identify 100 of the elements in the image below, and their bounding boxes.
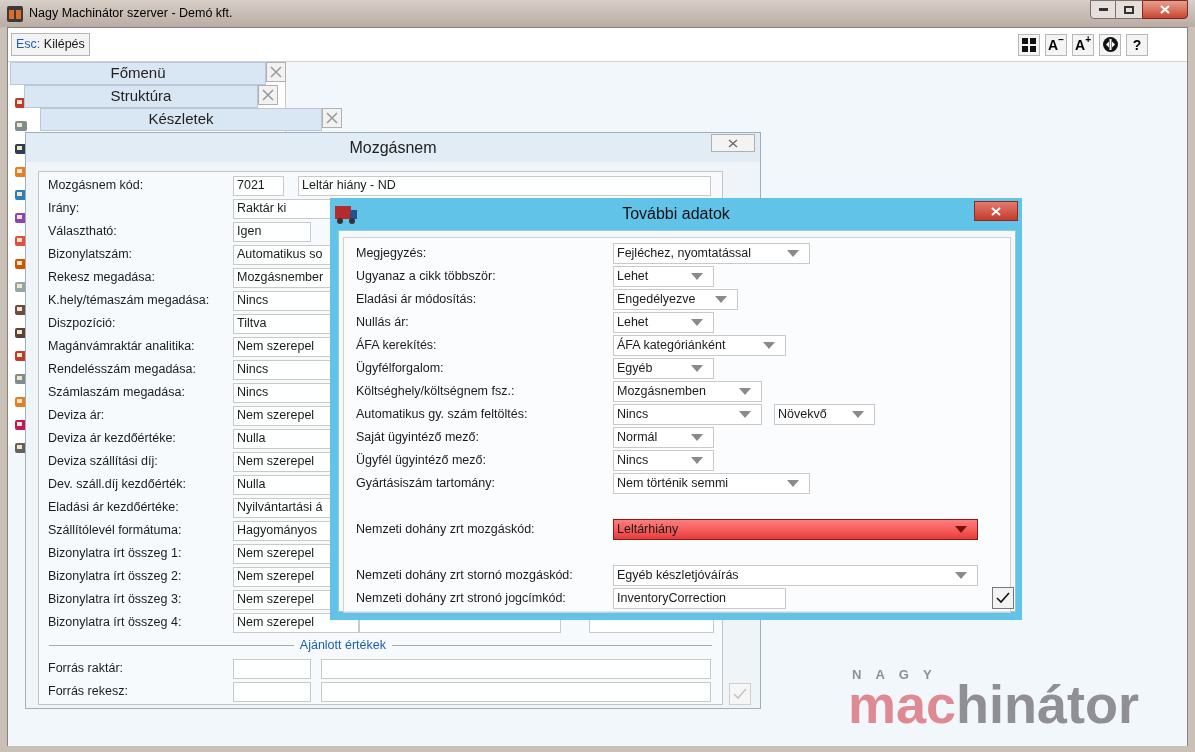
field-label: Bizonylatra írt összeg 2: [48,568,183,586]
dropdown[interactable]: Engedélyezve [613,289,738,310]
input-field[interactable]: InventoryCorrection [613,588,786,609]
checkmark-icon [733,688,747,700]
field-label: Költséghely/költségnem fsz.: [356,383,516,401]
field-label: Eladási ár módosítás: [356,291,478,309]
dropdown[interactable]: Normál [613,427,714,448]
panel-tab[interactable]: Főmenü [10,62,266,85]
caret-icon [955,572,967,579]
circle-arrows-icon [1102,37,1118,52]
input-field[interactable]: Leltár hiány - ND [298,175,711,196]
field-label: Nemzeti dohány zrt stornó mozgáskód: [356,567,574,585]
field-label: Ügyfél ügyintéző mező: [356,452,487,470]
checkmark-icon [996,592,1010,604]
field-label: Magánvámraktár analitika: [48,338,196,356]
section-heading: Ajánlott értékek [298,637,387,655]
close-icon [991,206,1001,216]
logo-text: hinátor [956,677,1140,731]
dropdown[interactable]: Leltárhiány [613,519,978,540]
field-label: Deviza ár: [48,407,106,425]
panel-tab[interactable]: Struktúra [24,85,258,108]
field-label: Választható: [48,223,118,241]
font-size-button[interactable]: A$^{−}$ [1045,33,1067,56]
dropdown[interactable]: ÁFA kategóriánként [613,335,786,356]
close-icon [728,138,738,148]
caret-icon [787,480,799,487]
field-label: Forrás raktár: [48,660,124,678]
caret-icon [787,250,799,257]
dropdown[interactable]: Nincs [613,404,762,425]
minimize-button[interactable] [1090,0,1116,19]
caret-icon [691,457,703,464]
window-title: Nagy Machinátor szerver - Demó kft. [29,5,233,23]
close-icon [262,89,274,101]
field-label: Eladási ár kezdőértéke: [48,499,180,517]
field-label: Nemzeti dohány zrt stronó jogcímkód: [356,590,567,608]
dropdown[interactable]: Növekvő [774,404,875,425]
maximize-icon [1124,5,1134,14]
field-label: Bizonylatszám: [48,246,134,264]
dropdown[interactable]: Egyéb készletjóváírás [613,565,978,586]
field-label: Automatikus gy. szám feltöltés: [356,406,529,424]
minimize-icon [1098,8,1108,11]
help-button[interactable]: ? [1126,33,1148,56]
input-field[interactable] [233,658,311,679]
input-field[interactable] [321,658,711,679]
truck-icon [334,203,358,225]
close-button[interactable] [1142,0,1188,19]
dialog-title: Mozgásnem [349,137,437,158]
dropdown[interactable]: Lehet [613,312,714,333]
field-label: Saját ügyintéző mező: [356,429,480,447]
field-label: Irány: [48,200,81,218]
field-label: Szállítólevél formátuma: [48,522,183,540]
panel-tab[interactable]: Készletek [40,108,322,131]
caret-icon [739,388,751,395]
grid-view-button[interactable] [1018,33,1040,56]
field-label: Bizonylatra írt összeg 1: [48,545,183,563]
input-field[interactable] [321,681,711,702]
app-logo-icon [7,5,23,22]
dropdown[interactable]: Nincs [613,450,714,471]
field-label: Gyártásiszám tartomány: [356,475,496,493]
close-icon [326,112,338,124]
field-label: Rekesz megadása: [48,269,156,287]
close-button[interactable] [974,201,1018,221]
font-size-button[interactable]: A$^{+}$ [1072,33,1094,56]
dropdown[interactable]: Mozgásnemben [613,381,762,402]
input-field[interactable]: Nem szerepel [233,612,359,633]
caret-icon [852,411,864,418]
grid-icon [1022,37,1036,52]
field-label: Ugyanaz a cikk többször: [356,268,497,286]
field-label: Bizonylatra írt összeg 4: [48,614,183,632]
input-field[interactable]: 7021 [233,175,284,196]
maximize-button[interactable] [1116,0,1142,19]
caret-icon [691,434,703,441]
caret-icon [739,411,751,418]
dropdown[interactable]: Nem történik semmi [613,473,810,494]
caret-icon [691,365,703,372]
caret-icon [691,273,703,280]
field-label: Dev. száll.díj kezdőérték: [48,476,188,494]
field-label: Nemzeti dohány zrt mozgáskód: [356,521,536,539]
caret-icon [691,319,703,326]
dropdown[interactable]: Lehet [613,266,714,287]
field-label: Deviza szállítási díj: [48,453,159,471]
caret-icon [955,526,967,533]
field-label: Mozgásnem kód: [48,177,145,195]
dropdown[interactable]: Fejléchez, nyomtatással [613,243,810,264]
confirm-button[interactable] [992,587,1014,609]
field-label: K.hely/témaszám megadása: [48,292,211,310]
exit-button[interactable]: Esc: Kilépés [11,33,90,56]
field-label: Deviza ár kezdőértéke: [48,430,177,448]
close-icon [1160,5,1170,14]
input-field[interactable]: Igen [233,221,311,242]
field-label: Ügyfélforgalom: [356,360,445,378]
caret-icon [715,296,727,303]
logo-text: NAGY [851,668,947,681]
field-label: Nullás ár: [356,314,410,332]
field-label: Forrás rekesz: [48,683,129,701]
dropdown[interactable]: Egyéb [613,358,714,379]
input-field[interactable] [233,681,311,702]
navigation-button[interactable] [1099,33,1121,56]
dialog-title: További adatok [622,204,730,224]
field-label: Diszpozíció: [48,315,117,333]
